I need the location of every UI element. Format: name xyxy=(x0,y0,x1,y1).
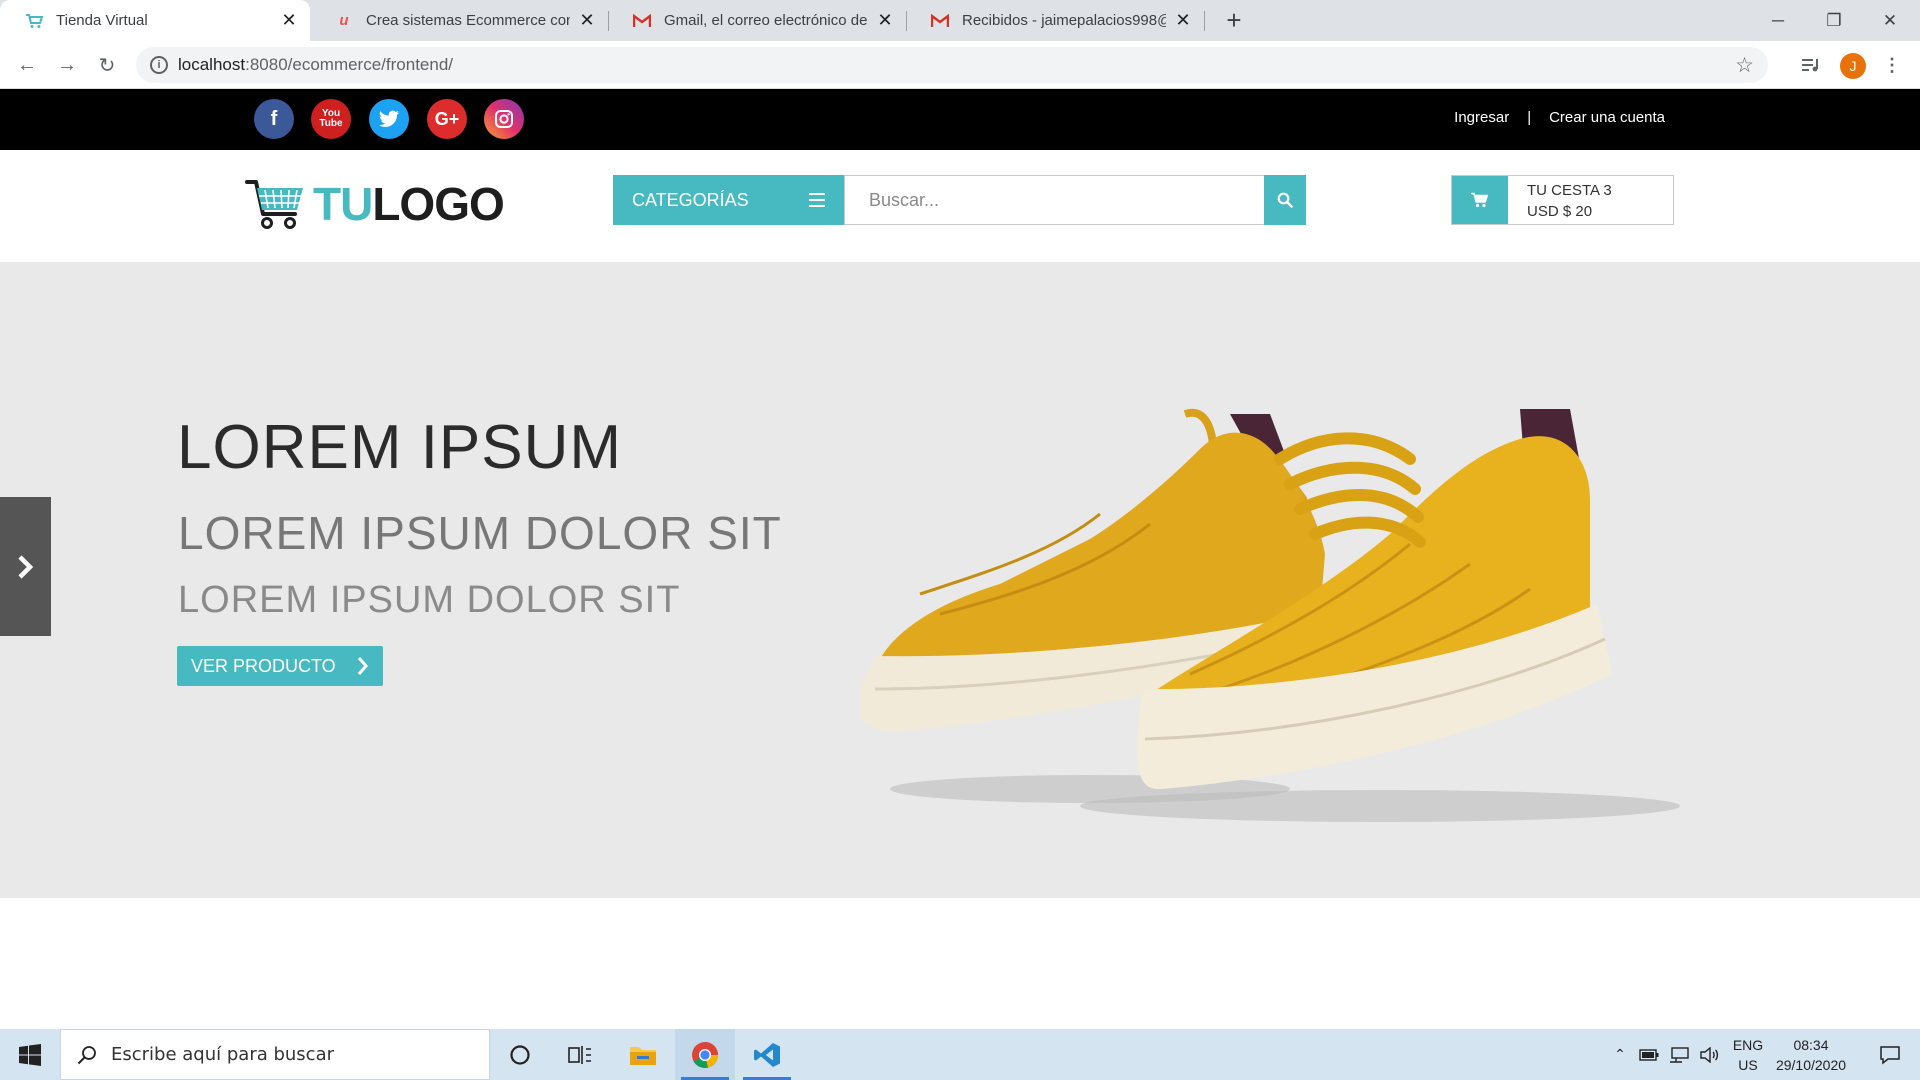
hero-slider: LOREM IPSUM LOREM IPSUM DOLOR SIT LOREM … xyxy=(0,262,1920,898)
reload-icon[interactable]: ↻ xyxy=(91,49,123,81)
link-separator: | xyxy=(1527,109,1532,126)
system-clock[interactable]: 08:34 29/10/2020 xyxy=(1756,1035,1866,1075)
clock-time: 08:34 xyxy=(1793,1037,1829,1053)
network-icon[interactable] xyxy=(1666,1029,1692,1080)
site-header: TULOGO CATEGORÍAS TU CESTA 3 USD $ 20 xyxy=(0,150,1920,262)
close-tab-icon[interactable]: ✕ xyxy=(280,10,298,31)
close-tab-icon[interactable]: ✕ xyxy=(578,10,596,31)
taskbar-search-text: Escribe aquí para buscar xyxy=(111,1044,335,1065)
tab-divider xyxy=(1204,11,1205,31)
register-link[interactable]: Crear una cuenta xyxy=(1549,109,1665,126)
search-button[interactable] xyxy=(1264,175,1306,225)
cart-widget[interactable]: TU CESTA 3 USD $ 20 xyxy=(1451,175,1674,225)
gmail-favicon-icon xyxy=(930,11,950,31)
close-tab-icon[interactable]: ✕ xyxy=(876,10,894,31)
hero-subtitle-secondary: LOREM IPSUM DOLOR SIT xyxy=(178,579,681,621)
view-product-label: VER PRODUCTO xyxy=(191,655,336,676)
tab-gmail[interactable]: Gmail, el correo electrónico de G ✕ xyxy=(608,0,906,41)
cortana-icon[interactable] xyxy=(490,1029,550,1080)
product-sneaker-image xyxy=(860,408,1680,822)
cart-summary: TU CESTA 3 USD $ 20 xyxy=(1527,180,1612,222)
browser-tab-strip: Tienda Virtual ✕ u Crea sistemas Ecommer… xyxy=(0,0,1920,41)
site-logo[interactable]: TULOGO xyxy=(245,174,507,234)
battery-icon[interactable] xyxy=(1636,1029,1662,1080)
instagram-icon[interactable] xyxy=(484,99,524,139)
menu-bars-icon xyxy=(809,193,825,207)
logo-text: TULOGO xyxy=(313,177,505,231)
chevron-right-icon xyxy=(17,554,33,579)
categories-button[interactable]: CATEGORÍAS xyxy=(613,175,844,225)
twitter-icon[interactable] xyxy=(369,99,409,139)
cart-count: TU CESTA 3 xyxy=(1527,182,1612,199)
file-explorer-icon[interactable] xyxy=(613,1029,673,1080)
show-hidden-icons-chevron-icon[interactable]: ⌃ xyxy=(1608,1029,1632,1080)
search-input[interactable] xyxy=(844,175,1264,225)
cart-favicon-icon xyxy=(24,11,44,31)
url-text: localhost:8080/ecommerce/frontend/ xyxy=(178,55,453,75)
udemy-favicon-icon: u xyxy=(339,12,349,29)
browser-toolbar: ← → ↻ i localhost:8080/ecommerce/fronten… xyxy=(0,41,1920,89)
url-path: :8080/ecommerce/frontend/ xyxy=(245,55,454,74)
close-tab-icon[interactable]: ✕ xyxy=(1174,10,1192,31)
chrome-icon[interactable] xyxy=(675,1029,735,1080)
media-control-icon[interactable] xyxy=(1795,49,1827,81)
taskbar-search-box[interactable]: Escribe aquí para buscar xyxy=(60,1029,490,1080)
windows-start-icon[interactable] xyxy=(0,1029,60,1080)
slider-next-arrow[interactable] xyxy=(0,497,51,636)
bookmark-star-icon[interactable]: ☆ xyxy=(1735,53,1754,78)
google-plus-icon[interactable]: G+ xyxy=(427,99,467,139)
task-view-icon[interactable] xyxy=(550,1029,610,1080)
cart-icon[interactable] xyxy=(1452,176,1508,224)
back-arrow-icon[interactable]: ← xyxy=(11,49,43,81)
categories-label: CATEGORÍAS xyxy=(632,189,749,210)
search-icon xyxy=(77,1045,96,1064)
search-icon xyxy=(1277,192,1293,208)
login-link[interactable]: Ingresar xyxy=(1454,109,1509,126)
logo-text-logo: LOGO xyxy=(372,178,504,230)
account-links: Ingresar | Crear una cuenta xyxy=(1454,109,1665,126)
shopping-cart-logo-icon xyxy=(245,180,303,229)
tab-recibidos[interactable]: Recibidos - jaimepalacios998@gr ✕ xyxy=(906,0,1204,41)
notifications-icon[interactable] xyxy=(1866,1029,1914,1080)
tab-udemy[interactable]: u Crea sistemas Ecommerce con PH ✕ xyxy=(310,0,608,41)
minimize-window-icon[interactable]: ─ xyxy=(1750,0,1806,41)
logo-text-tu: TU xyxy=(313,178,373,230)
address-bar[interactable]: i localhost:8080/ecommerce/frontend/ ☆ xyxy=(136,47,1768,83)
close-window-icon[interactable]: ✕ xyxy=(1862,0,1918,41)
vscode-icon[interactable] xyxy=(737,1029,797,1080)
windows-taskbar: Escribe aquí para buscar ⌃ ENG US 08:34 … xyxy=(0,1029,1920,1080)
hero-subtitle: LOREM IPSUM DOLOR SIT xyxy=(178,507,782,559)
site-topbar: f You Tube G+ Ingresar | Crear una cuenta xyxy=(0,89,1920,150)
forward-arrow-icon[interactable]: → xyxy=(51,49,83,81)
restore-window-icon[interactable]: ❐ xyxy=(1806,0,1862,41)
youtube-icon[interactable]: You Tube xyxy=(311,99,351,139)
tab-tienda-virtual[interactable]: Tienda Virtual ✕ xyxy=(0,0,310,41)
tab-title: Crea sistemas Ecommerce con PH xyxy=(366,12,570,29)
gmail-favicon-icon xyxy=(632,11,652,31)
new-tab-button[interactable]: + xyxy=(1220,6,1248,34)
browser-menu-icon[interactable]: ⋮ xyxy=(1876,49,1908,81)
hero-title: LOREM IPSUM xyxy=(177,413,623,482)
url-host: localhost xyxy=(178,55,246,74)
chevron-right-icon xyxy=(357,657,368,675)
tab-title: Tienda Virtual xyxy=(56,12,148,29)
profile-avatar[interactable]: J xyxy=(1840,53,1866,79)
cart-total: USD $ 20 xyxy=(1527,203,1593,220)
tab-title: Recibidos - jaimepalacios998@gr xyxy=(962,12,1166,29)
volume-icon[interactable] xyxy=(1696,1029,1722,1080)
clock-date: 29/10/2020 xyxy=(1775,1057,1847,1073)
facebook-icon[interactable]: f xyxy=(254,99,294,139)
view-product-button[interactable]: VER PRODUCTO xyxy=(177,646,383,686)
site-info-icon[interactable]: i xyxy=(150,56,168,74)
tab-title: Gmail, el correo electrónico de G xyxy=(664,12,868,29)
